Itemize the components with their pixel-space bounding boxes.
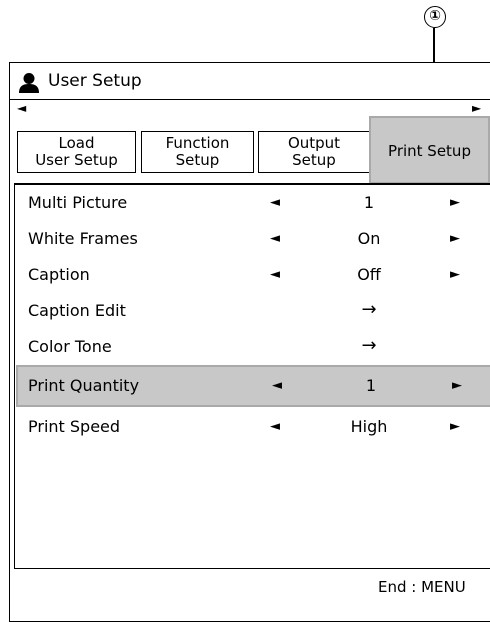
row-caption[interactable]: Caption ◄ Off ► — [18, 258, 490, 292]
row-value: On — [357, 229, 381, 248]
decrease-arrow-icon[interactable]: ◄ — [272, 376, 282, 396]
tab-scroll-right-icon[interactable]: ► — [472, 102, 481, 114]
enter-arrow-icon[interactable]: → — [318, 299, 420, 320]
row-value: Off — [357, 265, 381, 284]
tab-label-line2: Setup — [175, 151, 220, 169]
row-label: Print Speed — [28, 417, 121, 436]
tab-function-setup[interactable]: Function Setup — [141, 131, 254, 173]
callout-marker: ① — [424, 6, 446, 28]
increase-arrow-icon[interactable]: ► — [450, 265, 460, 285]
row-label: White Frames — [28, 229, 138, 248]
tab-label-line1: Load — [58, 134, 95, 152]
row-value: High — [350, 417, 388, 436]
tab-output-setup[interactable]: Output Setup — [258, 131, 370, 173]
tab-label-line1: Function — [165, 134, 230, 152]
row-print-speed[interactable]: Print Speed ◄ High ► — [18, 410, 490, 444]
row-print-quantity[interactable]: Print Quantity ◄ 1 ► — [16, 365, 490, 407]
row-color-tone[interactable]: Color Tone → — [18, 330, 490, 364]
window-title: User Setup — [48, 71, 142, 91]
decrease-arrow-icon[interactable]: ◄ — [270, 229, 280, 249]
tab-label-line2: User Setup — [35, 151, 118, 169]
decrease-arrow-icon[interactable]: ◄ — [270, 265, 280, 285]
increase-arrow-icon[interactable]: ► — [452, 376, 462, 396]
row-caption-edit[interactable]: Caption Edit → — [18, 294, 490, 328]
tab-print-setup[interactable]: Print Setup — [369, 116, 490, 184]
user-icon — [19, 73, 39, 93]
row-white-frames[interactable]: White Frames ◄ On ► — [18, 222, 490, 256]
increase-arrow-icon[interactable]: ► — [450, 193, 460, 213]
enter-arrow-icon[interactable]: → — [318, 335, 420, 356]
tab-load-user-setup[interactable]: Load User Setup — [17, 131, 136, 173]
tab-label: Print Setup — [388, 142, 471, 160]
row-label: Caption — [28, 265, 90, 284]
decrease-arrow-icon[interactable]: ◄ — [270, 417, 280, 437]
row-label: Print Quantity — [28, 376, 140, 395]
footer-hint: End : MENU — [378, 578, 466, 596]
increase-arrow-icon[interactable]: ► — [450, 229, 460, 249]
row-label: Color Tone — [28, 337, 112, 356]
row-multi-picture[interactable]: Multi Picture ◄ 1 ► — [18, 186, 490, 220]
tab-scroll-left-icon[interactable]: ◄ — [17, 102, 26, 114]
row-value: 1 — [363, 193, 375, 212]
tab-label-line2: Setup — [292, 151, 336, 169]
row-label: Caption Edit — [28, 301, 126, 320]
decrease-arrow-icon[interactable]: ◄ — [270, 193, 280, 213]
row-label: Multi Picture — [28, 193, 128, 212]
tab-label-line1: Output — [287, 134, 341, 152]
row-value: 1 — [365, 376, 377, 395]
divider — [14, 183, 490, 185]
increase-arrow-icon[interactable]: ► — [450, 417, 460, 437]
